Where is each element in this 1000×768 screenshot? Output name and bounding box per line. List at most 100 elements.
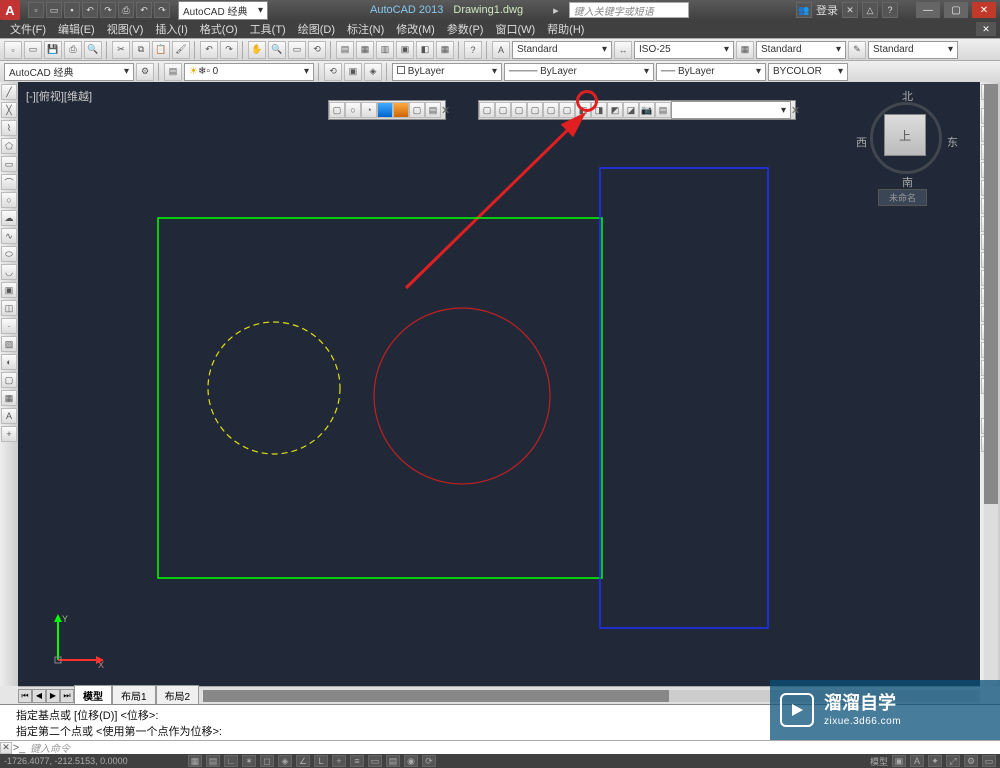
pline-icon[interactable]: ⌇ — [1, 120, 17, 136]
open-icon[interactable]: ▭ — [46, 2, 62, 18]
text-style-selector[interactable]: Standard▾ — [512, 41, 612, 59]
markup-icon[interactable]: ◧ — [416, 41, 434, 59]
workspace-selector[interactable]: AutoCAD 经典▾ — [178, 1, 268, 20]
menu-insert[interactable]: 插入(I) — [149, 21, 193, 37]
textstyle-icon[interactable]: A — [492, 41, 510, 59]
menu-tools[interactable]: 工具(T) — [244, 21, 292, 37]
status-c-icon[interactable]: ✦ — [928, 755, 942, 767]
window-minimize[interactable]: — — [916, 2, 940, 18]
command-input[interactable]: 键入命令 — [26, 740, 1000, 755]
layer-prev-icon[interactable]: ⟲ — [324, 63, 342, 81]
polar-toggle[interactable]: ✶ — [242, 755, 256, 767]
xline-icon[interactable]: ╳ — [1, 102, 17, 118]
paste-icon[interactable]: 📋 — [152, 41, 170, 59]
polygon-icon[interactable]: ⬠ — [1, 138, 17, 154]
save-file-icon[interactable]: 💾 — [44, 41, 62, 59]
dc-icon[interactable]: ▦ — [356, 41, 374, 59]
menu-file[interactable]: 文件(F) — [4, 21, 52, 37]
gradient-icon[interactable]: ◐ — [1, 354, 17, 370]
new-icon[interactable]: ▫ — [28, 2, 44, 18]
tab-layout1[interactable]: 布局1 — [112, 685, 156, 706]
redo-tb-icon[interactable]: ↷ — [220, 41, 238, 59]
layer-iso-icon[interactable]: ◈ — [364, 63, 382, 81]
workspace-dd2[interactable]: AutoCAD 经典▾ — [4, 63, 134, 81]
cube-north[interactable]: 北 — [902, 88, 913, 104]
new-file-icon[interactable]: ▫ — [4, 41, 22, 59]
lwt-toggle[interactable]: ≡ — [350, 755, 364, 767]
view-cube[interactable]: 北 南 东 西 上 未命名 — [852, 86, 962, 206]
ellipse-icon[interactable]: ⬭ — [1, 246, 17, 262]
drawing-canvas[interactable]: [-][俯视][维越] ▢ ○ ◔ ▢ ▤ ✕ ▢ ▢ ▢ ▢ ▢ ▢ ◧ ◨ … — [18, 82, 980, 686]
hatch-icon[interactable]: ▨ — [1, 336, 17, 352]
tool-pal-icon[interactable]: ▥ — [376, 41, 394, 59]
props-icon[interactable]: ▤ — [336, 41, 354, 59]
status-b-icon[interactable]: A — [910, 755, 924, 767]
linetype-selector[interactable]: ──── ByLayer▾ — [504, 63, 654, 81]
login-link[interactable]: 登录 — [816, 2, 838, 18]
anno-style-selector[interactable]: Standard▾ — [868, 41, 958, 59]
menu-view[interactable]: 视图(V) — [101, 21, 150, 37]
zoom-prev-icon[interactable]: ⟲ — [308, 41, 326, 59]
lineweight-selector[interactable]: ── ByLayer▾ — [656, 63, 766, 81]
layer-mgr-icon[interactable]: ▤ — [164, 63, 182, 81]
space-label[interactable]: 模型 — [870, 755, 888, 768]
layer-selector[interactable]: ☀❄▫ 0▾ — [184, 63, 314, 81]
menu-help[interactable]: 帮助(H) — [541, 21, 590, 37]
layer-state-icon[interactable]: ▣ — [344, 63, 362, 81]
spline-icon[interactable]: ∿ — [1, 228, 17, 244]
revcloud-icon[interactable]: ☁ — [1, 210, 17, 226]
dimstyle-icon[interactable]: ↔ — [614, 41, 632, 59]
block-icon[interactable]: ◫ — [1, 300, 17, 316]
status-e-icon[interactable]: ⚙ — [964, 755, 978, 767]
tablestyle-icon[interactable]: ▦ — [736, 41, 754, 59]
redo-icon[interactable]: ↷ — [100, 2, 116, 18]
menu-window[interactable]: 窗口(W) — [489, 21, 541, 37]
rect-icon[interactable]: ▭ — [1, 156, 17, 172]
addsel-icon[interactable]: + — [1, 426, 17, 442]
osnap-toggle[interactable]: ◻ — [260, 755, 274, 767]
color-selector[interactable]: ByLayer▾ — [392, 63, 502, 81]
app-icon[interactable]: A — [0, 0, 20, 20]
cmd-close-icon[interactable]: ✕ — [0, 742, 12, 754]
undo-tb-icon[interactable]: ↶ — [200, 41, 218, 59]
arc-icon[interactable]: ⌒ — [1, 174, 17, 190]
tab-prev-icon[interactable]: ◀ — [32, 689, 46, 703]
table-icon[interactable]: ▦ — [1, 390, 17, 406]
sc-toggle[interactable]: ◉ — [404, 755, 418, 767]
window-maximize[interactable]: ▢ — [944, 2, 968, 18]
menu-param[interactable]: 参数(P) — [441, 21, 490, 37]
tab-model[interactable]: 模型 — [74, 685, 112, 706]
tab-layout2[interactable]: 布局2 — [156, 685, 200, 706]
3dosnap-toggle[interactable]: ◈ — [278, 755, 292, 767]
circle-icon[interactable]: ○ — [1, 192, 17, 208]
cut-icon[interactable]: ✂ — [112, 41, 130, 59]
vertical-scrollbar[interactable] — [984, 84, 998, 684]
cube-west[interactable]: 西 — [856, 134, 867, 150]
menu-dimension[interactable]: 标注(N) — [341, 21, 390, 37]
user-icon[interactable]: 👥 — [796, 2, 812, 18]
open-file-icon[interactable]: ▭ — [24, 41, 42, 59]
ducs-toggle[interactable]: L — [314, 755, 328, 767]
print-icon[interactable]: ⎙ — [118, 2, 134, 18]
redo2-icon[interactable]: ↷ — [154, 2, 170, 18]
menu-modify[interactable]: 修改(M) — [390, 21, 441, 37]
cube-south[interactable]: 南 — [902, 174, 913, 190]
tab-first-icon[interactable]: ⏮ — [18, 689, 32, 703]
cloud-icon[interactable]: △ — [862, 2, 878, 18]
ellipse-arc-icon[interactable]: ◡ — [1, 264, 17, 280]
mtext-icon[interactable]: A — [1, 408, 17, 424]
tab-last-icon[interactable]: ⏭ — [60, 689, 74, 703]
status-d-icon[interactable]: ⤢ — [946, 755, 960, 767]
menu-edit[interactable]: 编辑(E) — [52, 21, 101, 37]
ws-gear-icon[interactable]: ⚙ — [136, 63, 154, 81]
point-icon[interactable]: · — [1, 318, 17, 334]
doc-close[interactable]: ✕ — [976, 22, 996, 36]
grid-toggle[interactable]: ▤ — [206, 755, 220, 767]
window-close[interactable]: ✕ — [972, 2, 996, 18]
dim-style-selector[interactable]: ISO-25▾ — [634, 41, 734, 59]
undo-icon[interactable]: ↶ — [82, 2, 98, 18]
undo2-icon[interactable]: ↶ — [136, 2, 152, 18]
table-style-selector[interactable]: Standard▾ — [756, 41, 846, 59]
help-tb-icon[interactable]: ? — [464, 41, 482, 59]
zoom-rt-icon[interactable]: 🔍 — [268, 41, 286, 59]
